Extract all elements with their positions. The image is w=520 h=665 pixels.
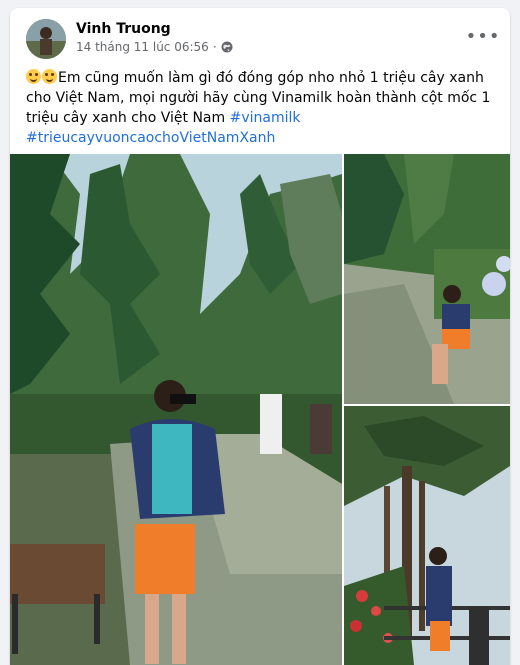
more-options-icon: ••• [465, 25, 501, 47]
more-options-button[interactable]: ••• [466, 24, 500, 48]
hashtag-trieucay[interactable]: #trieucayvuoncaochoVietNamXanh [26, 130, 275, 146]
author-name[interactable]: Vinh Truong [76, 21, 171, 37]
globe-icon [221, 41, 233, 53]
avatar[interactable] [26, 19, 66, 59]
post-timestamp[interactable]: 14 tháng 11 lúc 06:56 [76, 40, 209, 54]
post-meta: 14 tháng 11 lúc 06:56 · [76, 40, 233, 54]
post-photo-3[interactable] [344, 406, 510, 665]
post-photo-1[interactable] [10, 154, 342, 665]
post-text: Em cũng muốn làm gì đó đóng góp nho nhỏ … [26, 68, 496, 148]
grinning-face-emoji-icon [26, 69, 41, 84]
post-card: Vinh Truong 14 tháng 11 lúc 06:56 · ••• … [10, 8, 510, 665]
hashtag-vinamilk[interactable]: #vinamilk [230, 110, 301, 126]
grinning-face-emoji-icon [42, 69, 57, 84]
post-photo-2[interactable] [344, 154, 510, 404]
meta-separator: · [212, 40, 217, 54]
